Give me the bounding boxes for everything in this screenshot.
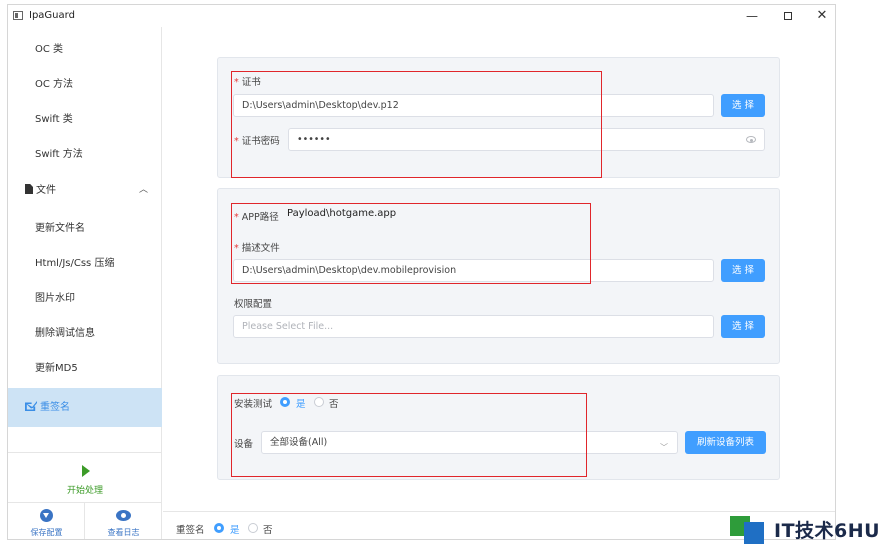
sidebar-item-rename-file[interactable]: 更新文件名	[8, 211, 162, 246]
show-password-icon[interactable]	[746, 136, 756, 143]
start-label: 开始处理	[66, 486, 103, 496]
app-icon	[13, 11, 23, 20]
sidebar-item-oc-class[interactable]: OC 类	[8, 32, 162, 67]
cert-choose-button[interactable]: 选 择	[721, 94, 765, 117]
highlight-box-cert	[231, 71, 602, 178]
resign-no-radio[interactable]	[248, 523, 258, 533]
sidebar-item-swift-class[interactable]: Swift 类	[8, 102, 162, 137]
chevron-up-icon: ︿	[138, 185, 148, 195]
entitlements-label: 权限配置	[234, 299, 273, 310]
title-bar: IpaGuard — ✕	[8, 5, 835, 27]
highlight-box-install	[231, 393, 587, 477]
maximize-icon	[784, 11, 792, 20]
document-icon	[25, 184, 33, 194]
profile-choose-button[interactable]: 选 择	[721, 259, 765, 282]
app-window: IpaGuard — ✕ OC 类 OC 方法 Swift 类 Swift 方法…	[7, 4, 836, 540]
sidebar-item-remove-debug[interactable]: 删除调试信息	[8, 316, 162, 351]
sidebar-item-update-md5[interactable]: 更新MD5	[8, 351, 162, 386]
sidebar-item-compress[interactable]: Html/Js/Css 压缩	[8, 246, 162, 281]
resign-yes-label[interactable]: 是	[230, 522, 240, 536]
sidebar-item-oc-method[interactable]: OC 方法	[8, 67, 162, 102]
main-content: * 证书 D:\Users\admin\Desktop\dev.p12 选 择 *…	[163, 27, 835, 539]
sidebar-item-resign[interactable]: 重签名	[8, 388, 162, 427]
watermark-text: IT技术6HU	[774, 520, 881, 542]
save-config-button[interactable]: 保存配置	[8, 503, 85, 539]
sidebar-bottom-bar: 保存配置 查看日志	[8, 502, 162, 539]
entitlements-input[interactable]: Please Select File...	[233, 315, 714, 338]
window-title: IpaGuard	[29, 10, 75, 21]
sidebar-item-label: 重签名	[40, 402, 70, 413]
sidebar-section-file[interactable]: 文件 ︿	[8, 173, 162, 208]
highlight-box-app	[231, 203, 591, 284]
download-icon	[40, 509, 53, 522]
view-log-label: 查看日志	[107, 528, 140, 537]
close-button[interactable]: ✕	[808, 7, 835, 25]
watermark-logo-icon	[730, 516, 768, 544]
sidebar-item-watermark[interactable]: 图片水印	[8, 281, 162, 316]
view-log-button[interactable]: 查看日志	[85, 503, 162, 539]
entitlements-choose-button[interactable]: 选 择	[721, 315, 765, 338]
save-config-label: 保存配置	[30, 528, 63, 537]
resign-label: 重签名	[176, 525, 205, 536]
resign-yes-radio[interactable]	[214, 523, 224, 533]
eye-icon	[116, 510, 131, 521]
maximize-button[interactable]	[774, 7, 802, 25]
sidebar-section-label: 文件	[36, 185, 56, 196]
edit-icon	[25, 401, 37, 411]
sidebar-item-swift-method[interactable]: Swift 方法	[8, 137, 162, 172]
resign-no-label[interactable]: 否	[263, 522, 273, 536]
minimize-button[interactable]: —	[738, 7, 766, 25]
sidebar: OC 类 OC 方法 Swift 类 Swift 方法 文件 ︿ 更新文件名 H…	[8, 27, 162, 539]
site-watermark: IT技术6HU	[730, 514, 890, 546]
chevron-down-icon: ﹀	[660, 443, 668, 452]
play-icon	[82, 465, 90, 477]
start-process-button[interactable]: 开始处理	[8, 452, 162, 502]
refresh-devices-button[interactable]: 刷新设备列表	[685, 431, 766, 454]
